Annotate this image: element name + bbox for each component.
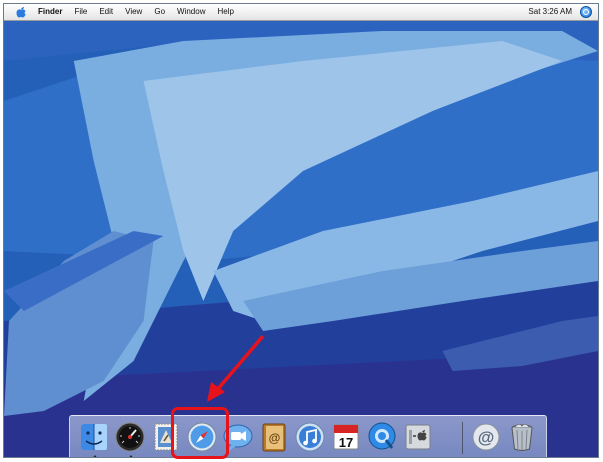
dock-item-system-preferences[interactable] [402, 421, 434, 453]
spotlight-icon[interactable] [580, 6, 592, 18]
dock-item-dashboard[interactable] [114, 421, 146, 457]
dock: @ 17 @ [69, 415, 547, 457]
menu-go[interactable]: Go [148, 4, 171, 20]
running-indicator [128, 455, 134, 457]
dock-item-finder[interactable] [78, 421, 110, 457]
quicktime-icon [368, 422, 396, 450]
dock-item-quicktime[interactable] [366, 421, 398, 453]
menu-finder[interactable]: Finder [32, 4, 68, 20]
apple-icon [16, 7, 26, 18]
desktop-screen: Finder File Edit View Go Window Help Sat… [3, 3, 599, 458]
dock-item-ical[interactable]: 17 [330, 421, 362, 453]
svg-text:@: @ [269, 431, 281, 445]
desktop-wallpaper [4, 21, 598, 457]
dock-item-mail-stack[interactable]: @ [470, 421, 502, 453]
menu-clock[interactable]: Sat 3:26 AM [520, 4, 580, 20]
ical-date: 17 [339, 435, 353, 450]
dock-item-address-book[interactable]: @ [258, 421, 290, 453]
dock-item-itunes[interactable] [294, 421, 326, 453]
mail-stack-icon: @ [472, 423, 500, 451]
trash-icon [511, 423, 533, 451]
annotation-highlight-box [171, 407, 229, 459]
address-book-icon: @ [262, 423, 286, 452]
menu-file[interactable]: File [68, 4, 93, 20]
ical-icon: 17 [333, 424, 359, 450]
apple-menu[interactable] [10, 4, 32, 20]
itunes-icon [295, 422, 325, 452]
menu-bar: Finder File Edit View Go Window Help Sat… [4, 4, 598, 21]
menu-extras: Sat 3:26 AM [520, 4, 598, 20]
annotation-arrow [207, 334, 265, 402]
menu-window[interactable]: Window [171, 4, 211, 20]
running-indicator [92, 455, 98, 457]
system-preferences-icon [405, 424, 431, 450]
dock-item-trash[interactable] [506, 421, 538, 453]
finder-icon [81, 424, 107, 450]
menu-edit[interactable]: Edit [93, 4, 119, 20]
dock-separator [462, 422, 463, 454]
svg-text:@: @ [478, 428, 495, 447]
menu-help[interactable]: Help [211, 4, 239, 20]
dashboard-icon [115, 422, 145, 452]
menu-view[interactable]: View [119, 4, 148, 20]
